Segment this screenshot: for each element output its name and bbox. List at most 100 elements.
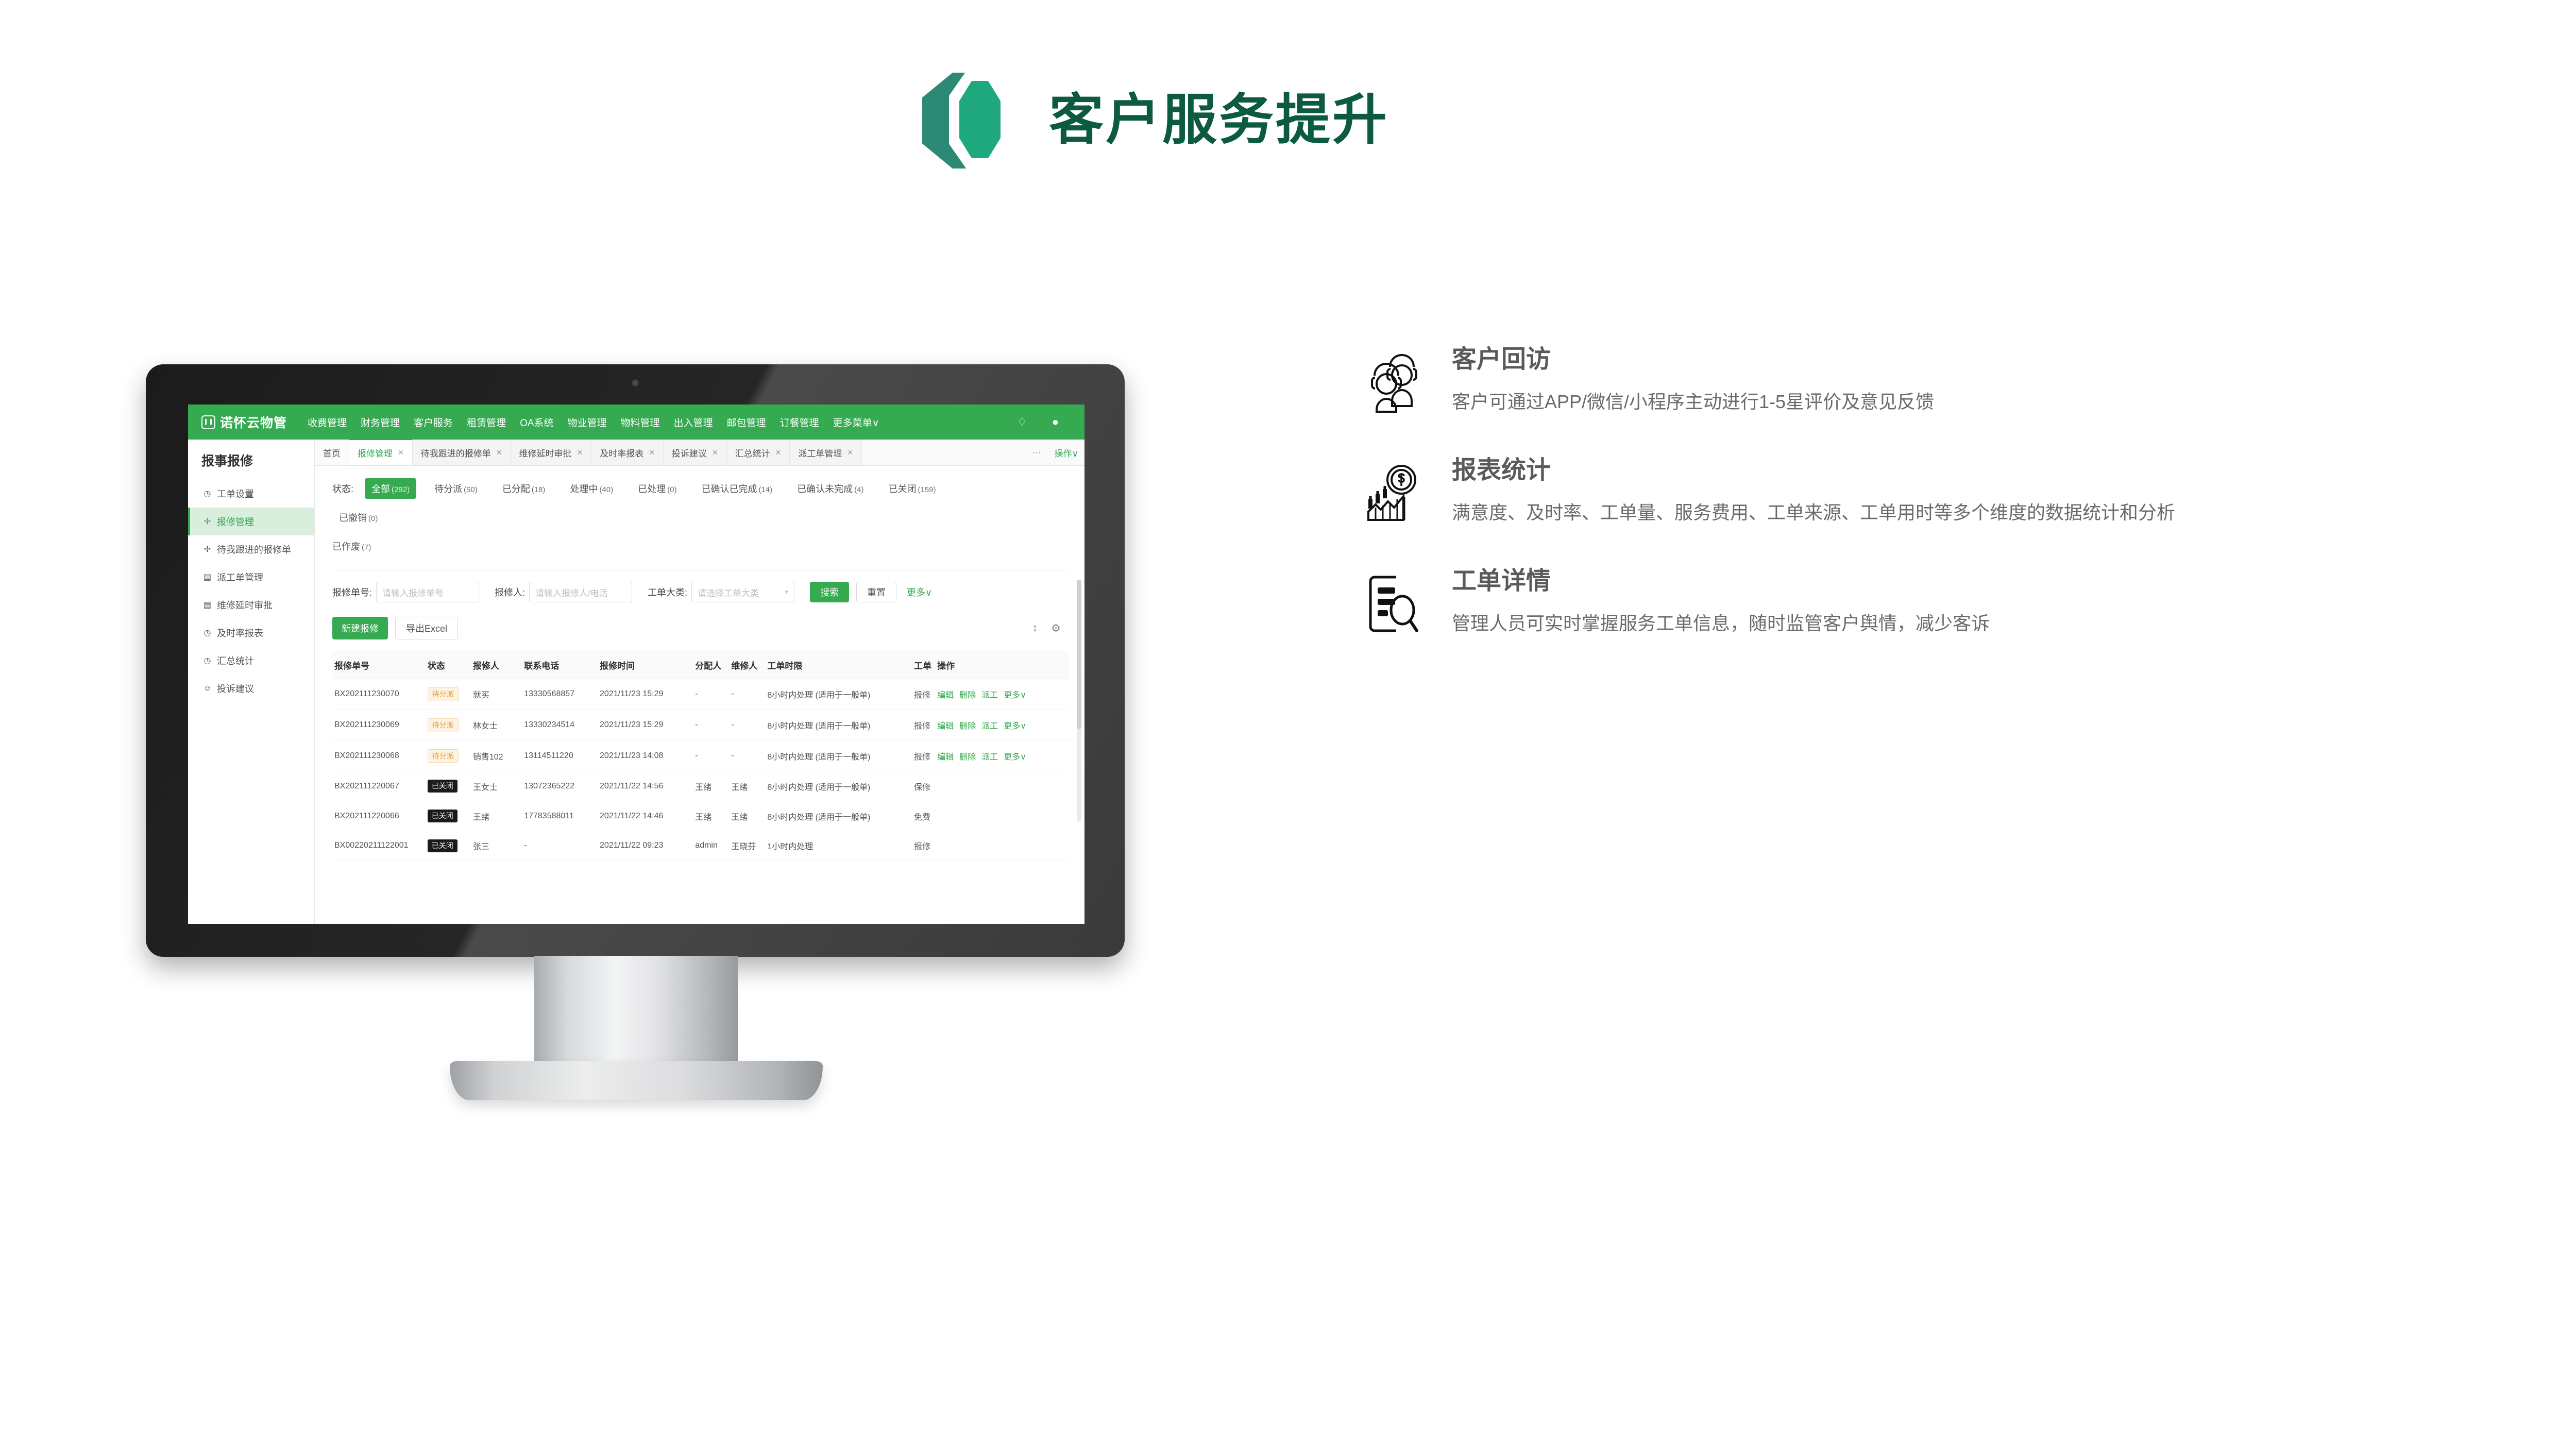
chip-label: 处理中 bbox=[570, 484, 598, 494]
status-chip-querenweiwancheng[interactable]: 已确认未完成 (4) bbox=[790, 478, 870, 499]
search-order-no-input[interactable]: 请输入报修单号 bbox=[376, 582, 480, 602]
topnav-item-7[interactable]: 出入管理 bbox=[674, 415, 713, 429]
customer-headset-icon bbox=[1363, 346, 1429, 417]
table-row[interactable]: BX00220211122001 已关闭 张三 - 2021/11/22 09:… bbox=[332, 831, 1069, 861]
sidebar-item-daiwogenjin[interactable]: ✢ 待我跟进的报修单 bbox=[188, 535, 314, 563]
topnav-item-more[interactable]: 更多菜单∨ bbox=[833, 415, 879, 429]
topnav-item-8[interactable]: 邮包管理 bbox=[727, 415, 766, 429]
sidebar-item-jishilv[interactable]: ◷ 及时率报表 bbox=[188, 619, 314, 647]
cell-status: 待分派 bbox=[425, 710, 471, 741]
row-height-icon[interactable]: ↕ bbox=[1032, 622, 1038, 634]
vertical-scrollbar[interactable] bbox=[1077, 580, 1081, 822]
op-more[interactable]: 更多∨ bbox=[1004, 719, 1026, 731]
op-delete[interactable]: 删除 bbox=[959, 719, 976, 731]
op-assign[interactable]: 派工 bbox=[981, 750, 998, 762]
tab-overflow-icon[interactable]: ··· bbox=[1032, 447, 1041, 458]
close-icon[interactable]: ✕ bbox=[847, 448, 853, 457]
tab-label: 派工单管理 bbox=[798, 448, 842, 459]
topnav-item-3[interactable]: 租赁管理 bbox=[467, 415, 506, 429]
topnav-item-2[interactable]: 客户服务 bbox=[414, 415, 453, 429]
op-assign[interactable]: 派工 bbox=[981, 719, 998, 731]
cell-order-no[interactable]: BX202111230070 bbox=[332, 679, 426, 710]
col-phone: 联系电话 bbox=[522, 651, 598, 679]
tab-weixiuyanshi[interactable]: 维修延时审批 ✕ bbox=[511, 440, 592, 465]
more-filters-link[interactable]: 更多∨ bbox=[907, 585, 932, 599]
close-icon[interactable]: ✕ bbox=[775, 448, 782, 457]
tab-paigongdan[interactable]: 派工单管理 ✕ bbox=[790, 440, 862, 465]
reset-button[interactable]: 重置 bbox=[856, 582, 897, 602]
page-title: 客户服务提升 bbox=[1049, 89, 1389, 150]
chip-label: 已作废 bbox=[332, 542, 360, 552]
sidebar-item-gongdanshezhi[interactable]: ◷ 工单设置 bbox=[188, 480, 314, 508]
status-chip-yichuli[interactable]: 已处理 (0) bbox=[631, 478, 683, 499]
topnav-item-9[interactable]: 订餐管理 bbox=[780, 415, 819, 429]
cell-order-no[interactable]: BX202111230069 bbox=[332, 710, 426, 741]
status-chip-yichexiao[interactable]: 已撤销 (0) bbox=[332, 507, 384, 528]
tab-tousujianyi[interactable]: 投诉建议 ✕ bbox=[663, 440, 727, 465]
close-icon[interactable]: ✕ bbox=[577, 448, 583, 457]
tab-jishilv[interactable]: 及时率报表 ✕ bbox=[591, 440, 664, 465]
cell-order-no[interactable]: BX202111220067 bbox=[332, 771, 426, 802]
export-excel-button[interactable]: 导出Excel bbox=[395, 617, 459, 639]
tab-daiwogenjin[interactable]: 待我跟进的报修单 ✕ bbox=[412, 440, 511, 465]
table-row[interactable]: BX202111220067 已关闭 王女士 13072365222 2021/… bbox=[332, 771, 1069, 802]
close-icon[interactable]: ✕ bbox=[398, 448, 404, 457]
cell-repairer: 王晓芬 bbox=[729, 831, 766, 861]
sidebar-item-huizongtongji[interactable]: ◷ 汇总统计 bbox=[188, 647, 314, 675]
status-chip-querenyiwancheng[interactable]: 已确认已完成 (14) bbox=[694, 478, 779, 499]
clock-icon: ◷ bbox=[204, 629, 211, 637]
topnav-item-6[interactable]: 物料管理 bbox=[621, 415, 660, 429]
col-reporter: 报修人 bbox=[470, 651, 522, 679]
status-chip-yizuofei[interactable]: 已作废 (7) bbox=[332, 536, 997, 557]
sidebar-item-baoxiuguanli[interactable]: ✢ 报修管理 bbox=[188, 508, 314, 535]
table-row[interactable]: BX202111230068 待分派 销售102 13114511220 202… bbox=[332, 740, 1069, 772]
topnav-item-1[interactable]: 财务管理 bbox=[361, 415, 400, 429]
scrollbar-thumb[interactable] bbox=[1077, 580, 1081, 729]
cell-order-no[interactable]: BX202111220066 bbox=[332, 801, 426, 831]
sidebar-item-paigongdan[interactable]: ▤ 派工单管理 bbox=[188, 563, 314, 591]
cell-time: 2021/11/23 14:08 bbox=[598, 740, 693, 772]
cell-order-no[interactable]: BX202111230068 bbox=[332, 740, 426, 772]
status-chip-yifenpei[interactable]: 已分配 (18) bbox=[496, 478, 552, 499]
select-value: 请选择工单大类 bbox=[698, 588, 759, 598]
user-icon[interactable]: ● bbox=[1052, 416, 1059, 428]
op-edit[interactable]: 编辑 bbox=[937, 688, 954, 700]
search-button[interactable]: 搜索 bbox=[810, 582, 850, 602]
cell-operations: 编辑 删除 派工 更多∨ bbox=[935, 740, 1069, 772]
close-icon[interactable]: ✕ bbox=[496, 448, 502, 457]
op-assign[interactable]: 派工 bbox=[981, 688, 998, 700]
bell-icon[interactable]: ♢ bbox=[1017, 416, 1027, 428]
cell-assigner: - bbox=[693, 679, 730, 710]
status-chip-chulizhong[interactable]: 处理中 (40) bbox=[563, 478, 620, 499]
cell-repairer: - bbox=[729, 740, 766, 772]
op-edit[interactable]: 编辑 bbox=[937, 750, 954, 762]
op-delete[interactable]: 删除 bbox=[959, 750, 976, 762]
table-row[interactable]: BX202111230069 待分派 林女士 13330234514 2021/… bbox=[332, 710, 1069, 741]
sidebar-item-tousujianyi[interactable]: ☺ 投诉建议 bbox=[188, 675, 314, 702]
status-chip-yiguanbi[interactable]: 已关闭 (159) bbox=[882, 478, 942, 499]
close-icon[interactable]: ✕ bbox=[712, 448, 718, 457]
tab-huizongtongji[interactable]: 汇总统计 ✕ bbox=[726, 440, 790, 465]
op-more[interactable]: 更多∨ bbox=[1004, 750, 1026, 762]
status-chip-all[interactable]: 全部 (292) bbox=[365, 478, 417, 499]
cell-status: 已关闭 bbox=[425, 831, 471, 861]
op-edit[interactable]: 编辑 bbox=[937, 719, 954, 731]
topnav-item-0[interactable]: 收费管理 bbox=[308, 415, 347, 429]
gear-icon[interactable]: ⚙ bbox=[1051, 622, 1061, 635]
category-select[interactable]: 请选择工单大类 ▾ bbox=[691, 582, 795, 602]
topnav-item-4[interactable]: OA系统 bbox=[520, 415, 553, 429]
table-row[interactable]: BX202111230070 待分派 就买 13330568857 2021/1… bbox=[332, 679, 1069, 710]
new-repair-button[interactable]: 新建报修 bbox=[332, 617, 388, 639]
tab-shouye[interactable]: 首页 bbox=[315, 440, 349, 465]
table-row[interactable]: BX202111220066 已关闭 王绪 17783588011 2021/1… bbox=[332, 801, 1069, 831]
tabstrip-action-menu[interactable]: 操作∨ bbox=[1055, 446, 1078, 459]
close-icon[interactable]: ✕ bbox=[649, 448, 655, 457]
cell-order-no[interactable]: BX00220211122001 bbox=[332, 831, 426, 861]
topnav-item-5[interactable]: 物业管理 bbox=[568, 415, 607, 429]
op-more[interactable]: 更多∨ bbox=[1004, 688, 1026, 700]
op-delete[interactable]: 删除 bbox=[959, 688, 976, 700]
status-chip-daifenpai[interactable]: 待分派 (50) bbox=[428, 478, 484, 499]
search-reporter-input[interactable]: 请输入报修人/电话 bbox=[529, 582, 633, 602]
tab-baoxiuguanli[interactable]: 报修管理 ✕ bbox=[349, 439, 413, 465]
sidebar-item-weixiuyanshi[interactable]: ▤ 维修延时审批 bbox=[188, 591, 314, 619]
